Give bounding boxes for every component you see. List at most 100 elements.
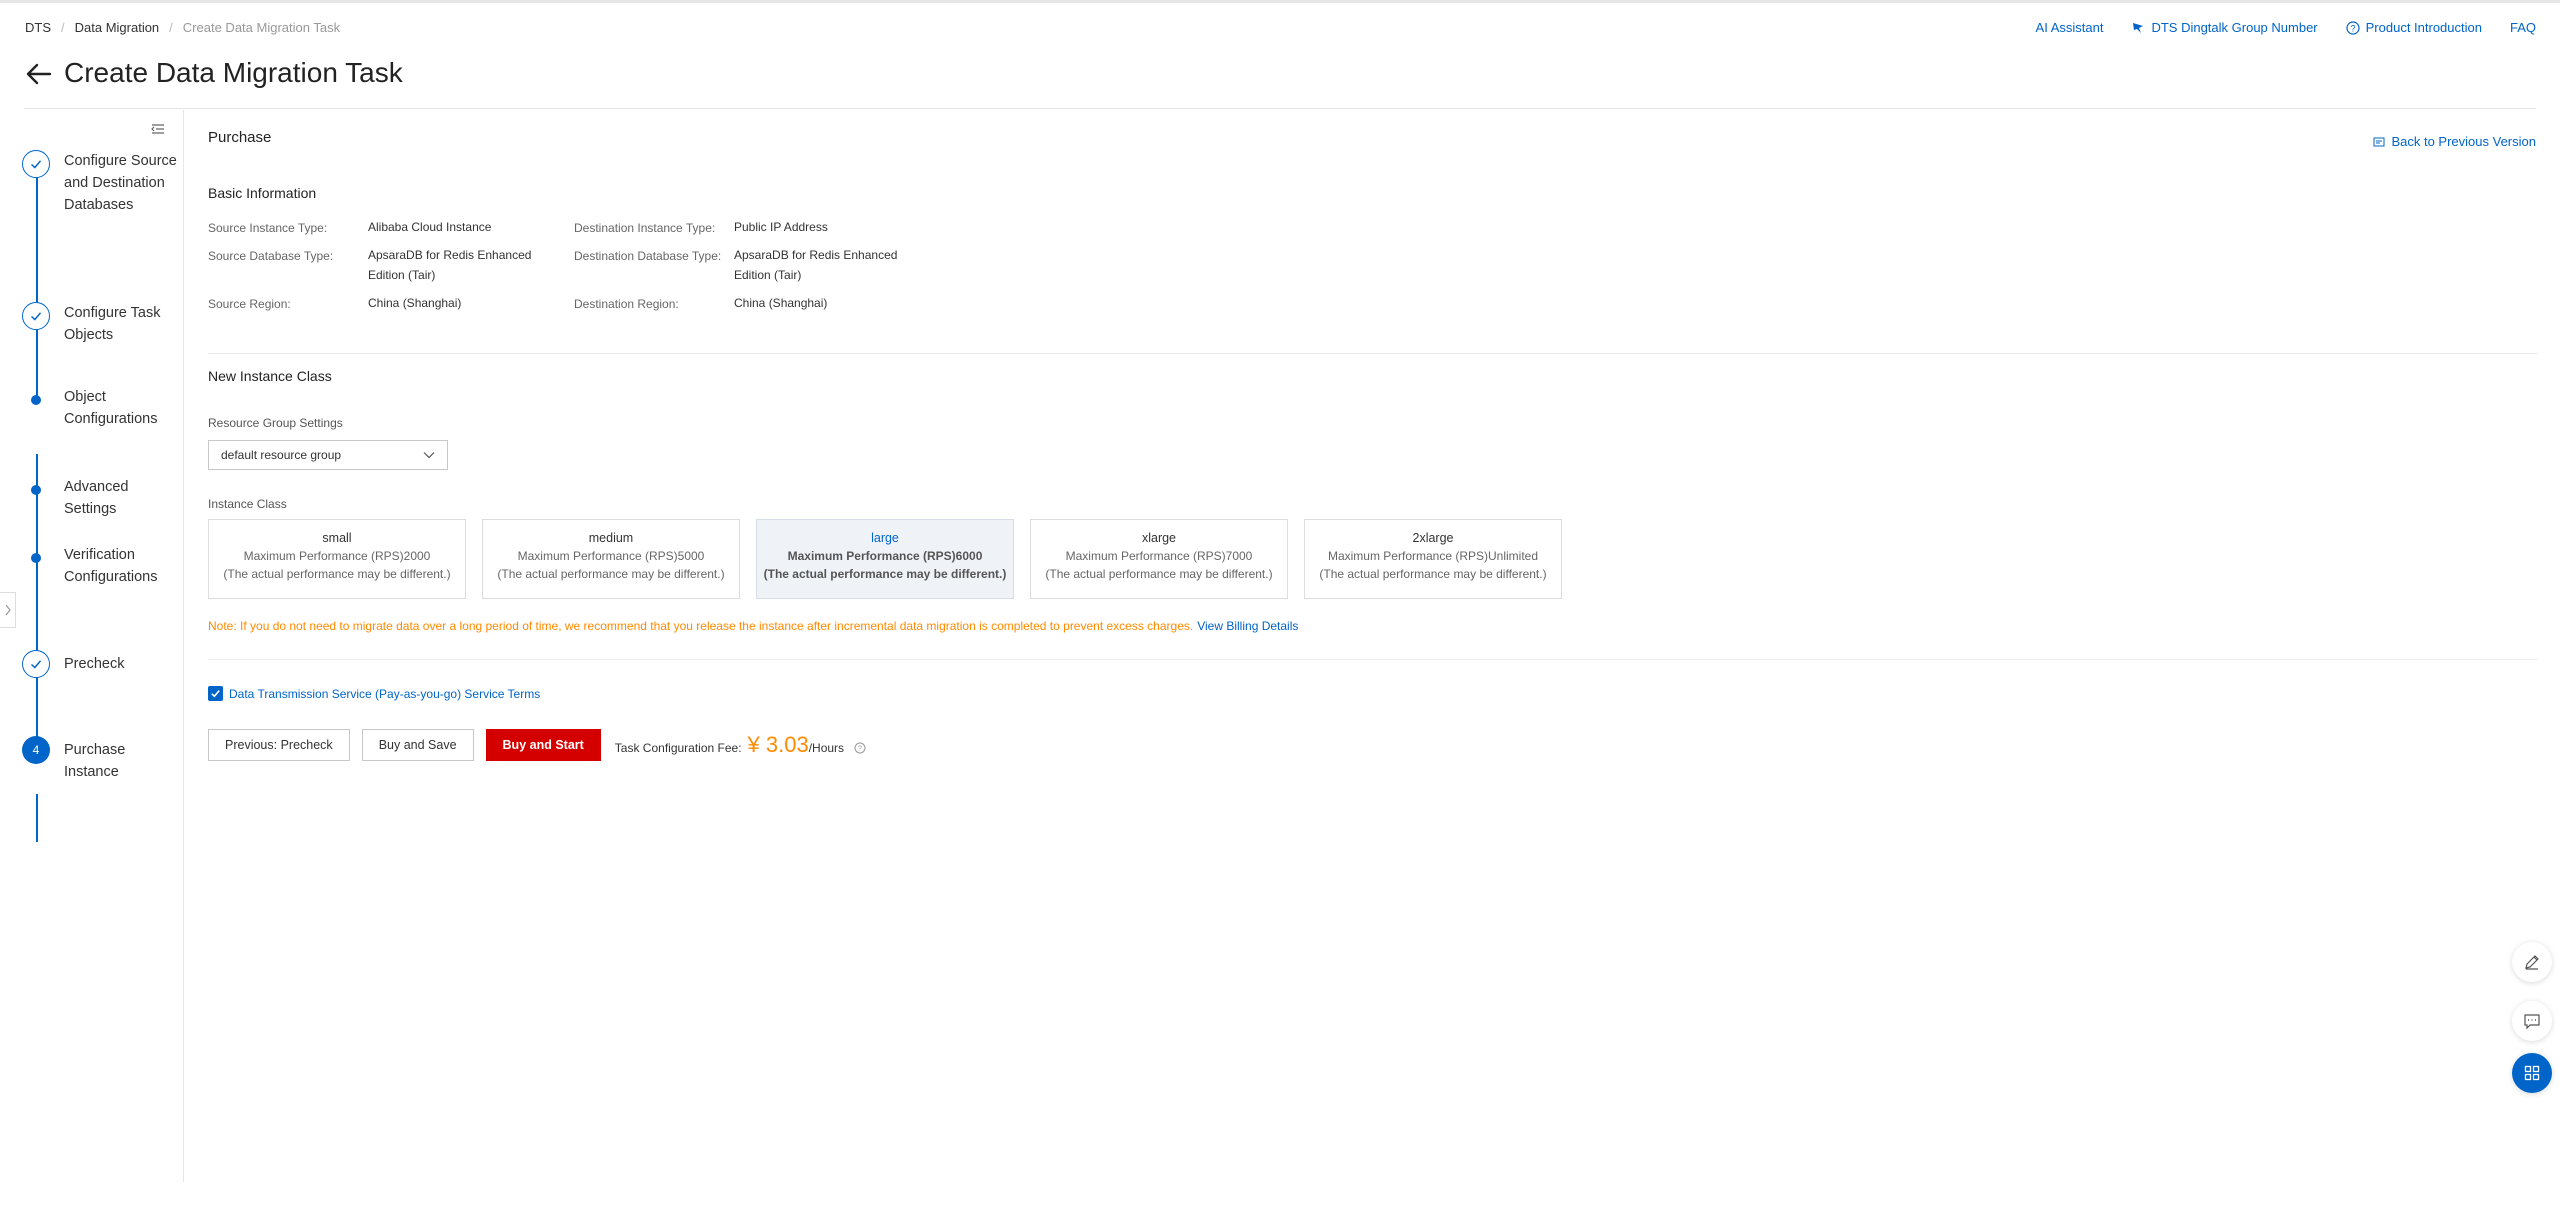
billing-note: Note: If you do not need to migrate data… <box>208 619 1298 633</box>
fee-unit: /Hours <box>808 741 845 755</box>
back-to-previous-version-link[interactable]: Back to Previous Version <box>2373 134 2536 149</box>
check-icon <box>22 650 50 678</box>
purchase-title: Purchase <box>208 129 272 146</box>
svg-text:?: ? <box>858 746 862 753</box>
instance-class-options: small Maximum Performance (RPS)2000 (The… <box>208 519 1562 599</box>
step-label: Configure Source and Destination Databas… <box>64 153 177 213</box>
feedback-float-button[interactable] <box>2512 1001 2552 1041</box>
source-database-type-value: Edition (Tair) <box>368 268 436 282</box>
step-marker <box>22 650 52 680</box>
service-terms-link[interactable]: Data Transmission Service (Pay-as-you-go… <box>229 687 540 701</box>
faq-link[interactable]: FAQ <box>2510 20 2536 35</box>
step-dot <box>31 553 41 563</box>
billing-note-text: Note: If you do not need to migrate data… <box>208 619 1194 633</box>
step-connector <box>36 152 38 400</box>
class-performance: Maximum Performance (RPS)6000 <box>787 549 983 563</box>
step-label: Purchase Instance <box>64 742 126 780</box>
previous-precheck-button[interactable]: Previous: Precheck <box>208 729 350 761</box>
check-icon <box>22 302 50 330</box>
class-name: xlarge <box>1141 531 1177 545</box>
product-introduction-link[interactable]: ? Product Introduction <box>2346 20 2482 35</box>
instance-class-large[interactable]: large Maximum Performance (RPS)6000 (The… <box>756 519 1014 599</box>
class-note: (The actual performance may be different… <box>223 567 451 581</box>
source-region-label: Source Region: <box>208 297 291 311</box>
question-circle-icon: ? <box>2346 20 2360 35</box>
action-bar: Previous: Precheck Buy and Save Buy and … <box>208 729 866 761</box>
class-name: medium <box>588 531 634 545</box>
back-arrow-icon[interactable] <box>24 62 52 86</box>
top-border <box>0 0 2560 3</box>
resource-group-select[interactable]: default resource group <box>208 440 448 470</box>
check-icon <box>22 150 50 178</box>
fee-label: Task Configuration Fee: <box>614 741 742 755</box>
header-divider <box>24 108 2536 109</box>
fee-amount: ¥ 3.03 <box>747 732 809 757</box>
dingtalk-group-label: DTS Dingtalk Group Number <box>2151 20 2318 35</box>
service-terms-checkbox[interactable] <box>208 686 223 701</box>
task-configuration-fee: Task Configuration Fee: ¥ 3.03 /Hours ? <box>615 732 866 758</box>
instance-class-2xlarge[interactable]: 2xlarge Maximum Performance (RPS)Unlimit… <box>1304 519 1562 599</box>
class-name: small <box>322 531 352 545</box>
apps-float-button[interactable] <box>2512 1053 2552 1093</box>
destination-database-type-value: ApsaraDB for Redis Enhanced <box>734 248 898 262</box>
chevron-right-icon <box>5 604 11 616</box>
step-sidebar: Configure Source and Destination Databas… <box>0 110 184 1182</box>
step-connector <box>36 794 38 842</box>
class-name: 2xlarge <box>1412 531 1454 545</box>
ai-assistant-label: AI Assistant <box>2035 20 2104 35</box>
buy-and-start-button[interactable]: Buy and Start <box>485 729 601 761</box>
chevron-down-icon <box>423 452 435 459</box>
step-label: Object Configurations <box>64 389 158 427</box>
step-marker <box>22 476 52 506</box>
destination-database-type-label: Destination Database Type: <box>574 249 722 263</box>
breadcrumb-dts[interactable]: DTS <box>25 20 51 35</box>
top-links: AI Assistant DTS Dingtalk Group Number ?… <box>2036 20 2536 35</box>
class-performance: Maximum Performance (RPS)2000 <box>243 549 431 563</box>
buy-and-save-button[interactable]: Buy and Save <box>361 729 474 761</box>
class-note: (The actual performance may be different… <box>1045 567 1273 581</box>
resource-group-settings-label: Resource Group Settings <box>208 416 343 430</box>
step-label: Configure Task Objects <box>64 305 161 343</box>
product-introduction-label: Product Introduction <box>2365 20 2482 35</box>
instance-class-small[interactable]: small Maximum Performance (RPS)2000 (The… <box>208 519 466 599</box>
step-marker <box>22 386 52 416</box>
source-instance-type-label: Source Instance Type: <box>208 221 328 235</box>
new-instance-class-title: New Instance Class <box>208 368 332 384</box>
step-marker: 4 <box>22 736 52 766</box>
step-dot <box>31 395 41 405</box>
step-number: 4 <box>22 736 50 764</box>
step-marker <box>22 150 52 180</box>
source-database-type-value: ApsaraDB for Redis Enhanced <box>368 248 532 262</box>
collapse-sidebar-icon[interactable] <box>150 122 166 136</box>
help-icon[interactable]: ? <box>854 742 866 754</box>
destination-instance-type-label: Destination Instance Type: <box>574 221 716 235</box>
class-note: (The actual performance may be different… <box>1319 567 1547 581</box>
breadcrumb-separator: / <box>169 20 173 35</box>
step-label: Precheck <box>64 656 125 672</box>
message-icon <box>2524 1014 2540 1030</box>
instance-class-xlarge[interactable]: xlarge Maximum Performance (RPS)7000 (Th… <box>1030 519 1288 599</box>
class-name: large <box>871 531 899 545</box>
instance-class-medium[interactable]: medium Maximum Performance (RPS)5000 (Th… <box>482 519 740 599</box>
ai-assistant-link[interactable]: AI Assistant <box>2036 20 2104 35</box>
class-performance: Maximum Performance (RPS)5000 <box>517 549 705 563</box>
class-note: (The actual performance may be different… <box>763 567 1007 581</box>
svg-text:?: ? <box>2350 23 2355 33</box>
pencil-icon <box>2525 955 2539 970</box>
breadcrumb-current: Create Data Migration Task <box>182 20 341 35</box>
class-performance: Maximum Performance (RPS)Unlimited <box>1327 549 1539 563</box>
view-billing-details-link[interactable]: View Billing Details <box>1197 619 1298 633</box>
source-instance-type-value: Alibaba Cloud Instance <box>368 220 492 234</box>
check-icon <box>211 690 220 698</box>
step-connector <box>36 490 38 740</box>
step-label: Verification Configurations <box>64 547 158 585</box>
dingtalk-group-link[interactable]: DTS Dingtalk Group Number <box>2131 20 2318 35</box>
edit-float-button[interactable] <box>2512 942 2552 982</box>
source-database-type-label: Source Database Type: <box>208 249 334 263</box>
breadcrumb-data-migration[interactable]: Data Migration <box>75 20 160 35</box>
expand-panel-toggle[interactable] <box>0 592 16 628</box>
instance-class-label: Instance Class <box>208 497 287 511</box>
back-to-previous-version-label: Back to Previous Version <box>2391 134 2536 149</box>
page-title: Create Data Migration Task <box>64 57 403 88</box>
step-label: Advanced Settings <box>64 479 129 517</box>
